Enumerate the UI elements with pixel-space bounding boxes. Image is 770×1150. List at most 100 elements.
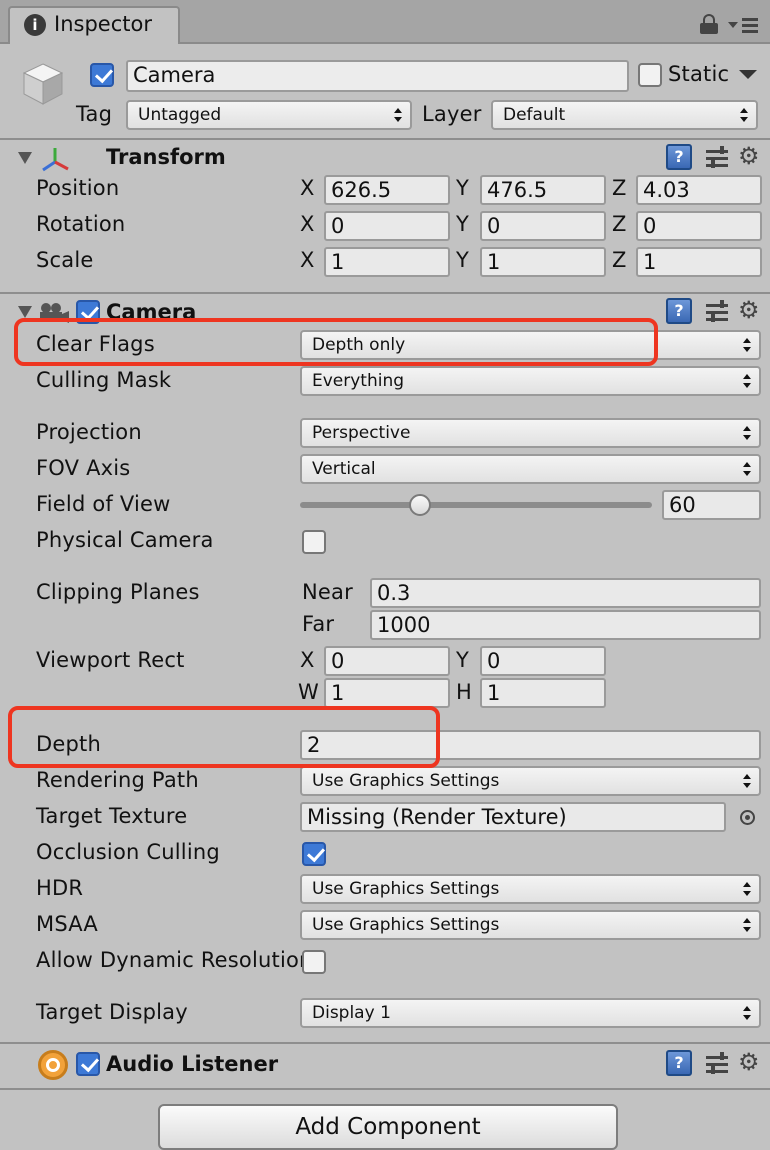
audio-listener-presets-icon[interactable] xyxy=(706,1052,730,1076)
allow-dynamic-resolution-label: Allow Dynamic Resolution xyxy=(36,948,304,972)
viewport-x-field[interactable]: 0 xyxy=(324,646,450,676)
viewport-y-label: Y xyxy=(456,648,469,672)
scale-x-field[interactable]: 1 xyxy=(324,247,450,277)
target-texture-label: Target Texture xyxy=(36,804,188,828)
transform-help-icon[interactable]: ? xyxy=(666,144,692,170)
transform-gear-icon[interactable]: ⚙ xyxy=(738,144,760,168)
tab-menu-icon[interactable] xyxy=(728,14,760,34)
static-checkbox[interactable] xyxy=(638,63,662,87)
field-of-view-label: Field of View xyxy=(36,492,171,516)
tag-value: Untagged xyxy=(138,105,222,125)
scale-y-label: Y xyxy=(456,248,469,272)
object-picker-icon[interactable] xyxy=(740,810,755,825)
clear-flags-highlight xyxy=(14,318,658,366)
viewport-w-field[interactable]: 1 xyxy=(324,678,450,708)
fov-axis-dropdown[interactable]: Vertical xyxy=(300,454,761,484)
camera-foldout-icon[interactable] xyxy=(18,306,32,318)
near-label: Near xyxy=(302,580,353,604)
camera-presets-icon[interactable] xyxy=(706,300,730,324)
rendering-path-value: Use Graphics Settings xyxy=(312,771,500,791)
culling-mask-dropdown[interactable]: Everything xyxy=(300,366,761,396)
hdr-dropdown[interactable]: Use Graphics Settings xyxy=(300,874,761,904)
transform-title: Transform xyxy=(106,145,226,169)
projection-value: Perspective xyxy=(312,423,411,443)
viewport-y-field[interactable]: 0 xyxy=(480,646,606,676)
rendering-path-dropdown[interactable]: Use Graphics Settings xyxy=(300,766,761,796)
target-display-dropdown[interactable]: Display 1 xyxy=(300,998,761,1028)
field-of-view-slider-thumb[interactable] xyxy=(408,494,431,516)
culling-mask-value: Everything xyxy=(312,371,405,391)
msaa-dropdown[interactable]: Use Graphics Settings xyxy=(300,910,761,940)
static-dropdown-icon[interactable] xyxy=(739,70,757,79)
audio-listener-icon xyxy=(38,1050,68,1080)
layer-dropdown[interactable]: Default xyxy=(491,100,758,130)
audio-listener-help-icon[interactable]: ? xyxy=(666,1050,692,1076)
transform-presets-icon[interactable] xyxy=(706,146,730,170)
hdr-value: Use Graphics Settings xyxy=(312,879,500,899)
audio-listener-gear-icon[interactable]: ⚙ xyxy=(738,1050,760,1074)
far-clip-field[interactable]: 1000 xyxy=(370,610,761,640)
position-label: Position xyxy=(36,176,120,200)
transform-icon xyxy=(40,146,70,172)
msaa-label: MSAA xyxy=(36,912,98,936)
culling-mask-label: Culling Mask xyxy=(36,368,172,392)
viewport-x-label: X xyxy=(300,648,315,672)
scale-y-field[interactable]: 1 xyxy=(480,247,606,277)
position-z-label: Z xyxy=(612,176,627,200)
fov-axis-value: Vertical xyxy=(312,459,376,479)
msaa-value: Use Graphics Settings xyxy=(312,915,500,935)
fov-axis-label: FOV Axis xyxy=(36,456,131,480)
inspector-tab-label: Inspector xyxy=(54,12,152,36)
rotation-y-label: Y xyxy=(456,212,469,236)
active-checkbox[interactable] xyxy=(90,63,114,87)
tag-dropdown[interactable]: Untagged xyxy=(126,100,412,130)
info-icon: i xyxy=(24,14,46,36)
hdr-label: HDR xyxy=(36,876,84,900)
field-of-view-field[interactable]: 60 xyxy=(662,490,761,520)
target-texture-field[interactable]: Missing (Render Texture) xyxy=(300,802,726,832)
occlusion-culling-checkbox[interactable] xyxy=(302,842,326,866)
target-display-label: Target Display xyxy=(36,1000,188,1024)
rotation-z-label: Z xyxy=(612,212,627,236)
camera-help-icon[interactable]: ? xyxy=(666,298,692,324)
separator xyxy=(0,1088,770,1090)
audio-listener-title: Audio Listener xyxy=(106,1052,279,1076)
rotation-z-field[interactable]: 0 xyxy=(636,211,762,241)
separator xyxy=(0,138,770,140)
camera-gear-icon[interactable]: ⚙ xyxy=(738,298,760,322)
layer-value: Default xyxy=(503,105,566,125)
inspector-tab[interactable]: i Inspector xyxy=(8,6,180,44)
gameobject-icon xyxy=(20,60,66,106)
rotation-x-field[interactable]: 0 xyxy=(324,211,450,241)
allow-dynamic-resolution-checkbox[interactable] xyxy=(302,950,326,974)
lock-icon[interactable] xyxy=(700,14,718,34)
viewport-h-field[interactable]: 1 xyxy=(480,678,606,708)
layer-label: Layer xyxy=(422,102,482,126)
position-x-label: X xyxy=(300,176,315,200)
projection-dropdown[interactable]: Perspective xyxy=(300,418,761,448)
audio-listener-enabled-checkbox[interactable] xyxy=(76,1052,100,1076)
viewport-h-label: H xyxy=(456,680,472,704)
rotation-y-field[interactable]: 0 xyxy=(480,211,606,241)
near-clip-field[interactable]: 0.3 xyxy=(370,578,761,608)
field-of-view-slider-track[interactable] xyxy=(300,502,652,508)
occlusion-culling-label: Occlusion Culling xyxy=(36,840,220,864)
scale-z-field[interactable]: 1 xyxy=(636,247,762,277)
position-y-field[interactable]: 476.5 xyxy=(480,175,606,205)
viewport-w-label: W xyxy=(298,680,319,704)
add-component-label: Add Component xyxy=(295,1114,481,1140)
clipping-planes-label: Clipping Planes xyxy=(36,580,200,604)
add-component-button[interactable]: Add Component xyxy=(158,1104,618,1150)
position-y-label: Y xyxy=(456,176,469,200)
physical-camera-checkbox[interactable] xyxy=(302,530,326,554)
scale-x-label: X xyxy=(300,248,315,272)
object-name-field[interactable]: Camera xyxy=(126,60,629,92)
rotation-label: Rotation xyxy=(36,212,126,236)
position-z-field[interactable]: 4.03 xyxy=(636,175,762,205)
separator xyxy=(0,1042,770,1044)
projection-label: Projection xyxy=(36,420,142,444)
far-label: Far xyxy=(302,612,335,636)
depth-highlight xyxy=(8,706,440,768)
transform-foldout-icon[interactable] xyxy=(18,152,32,164)
position-x-field[interactable]: 626.5 xyxy=(324,175,450,205)
